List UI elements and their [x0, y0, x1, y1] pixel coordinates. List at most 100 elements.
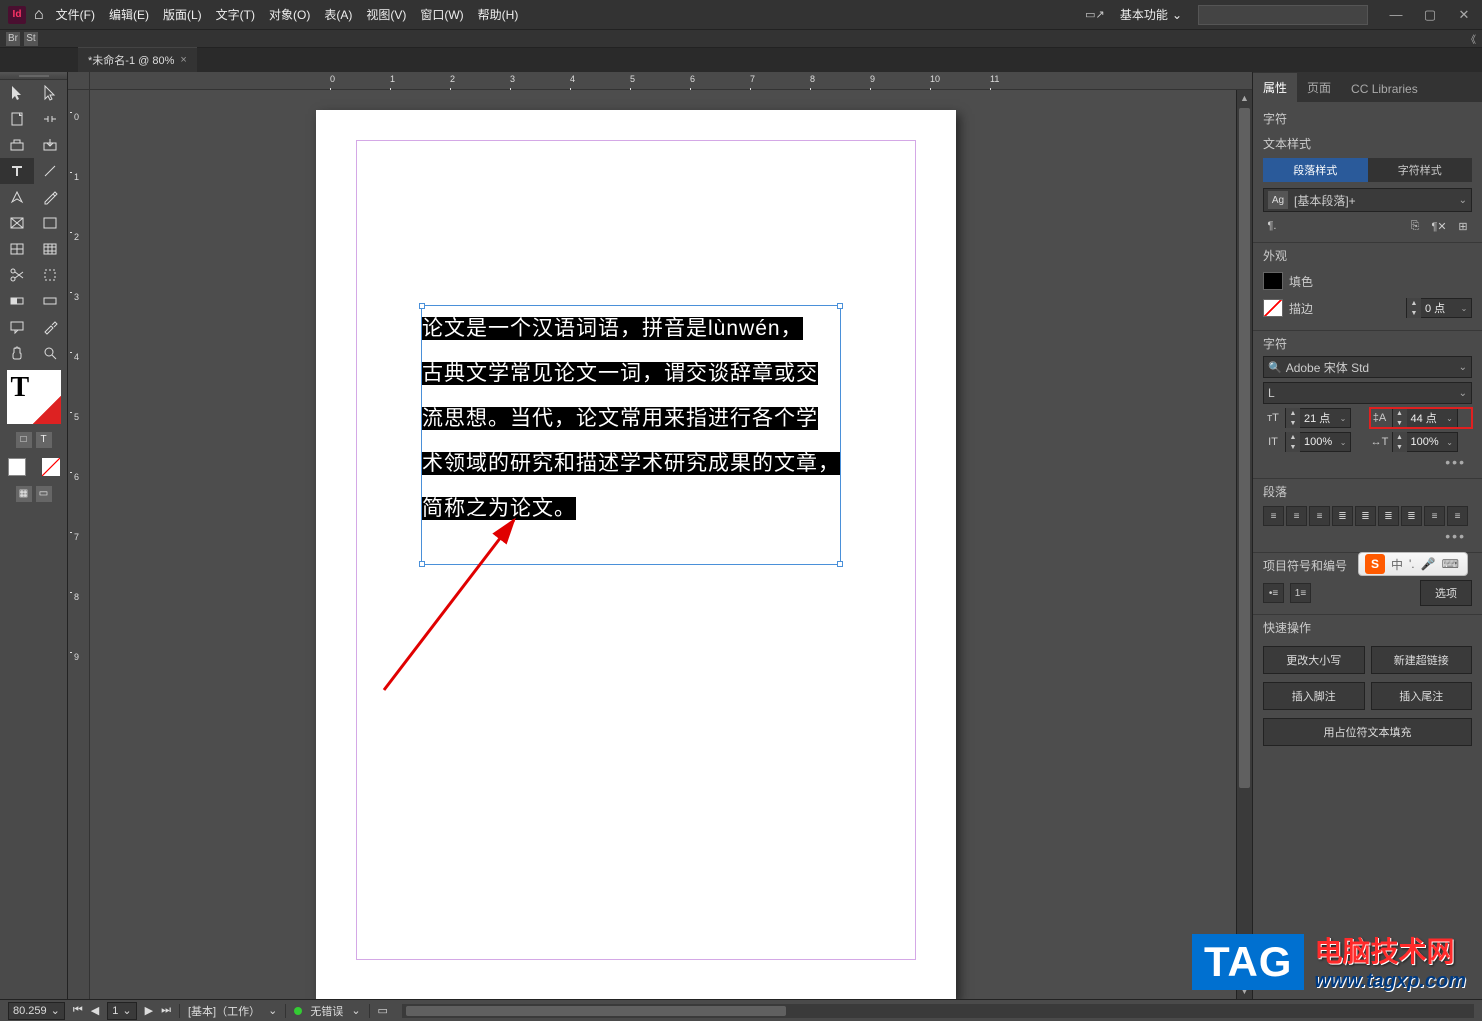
content-placer-tool[interactable] [34, 132, 68, 158]
tools-handle[interactable] [0, 72, 67, 80]
clear-overrides-icon[interactable]: ¶✕ [1430, 218, 1448, 234]
frame-handle[interactable] [419, 561, 425, 567]
gradient-swatch-tool[interactable] [0, 288, 34, 314]
window-close-button[interactable]: ✕ [1454, 7, 1474, 23]
tab-pages[interactable]: 页面 [1297, 73, 1341, 102]
free-transform-tool[interactable] [34, 262, 68, 288]
font-style-select[interactable]: L ⌄ [1263, 382, 1472, 404]
menu-file[interactable]: 文件(F) [56, 6, 95, 23]
bridge-icon[interactable]: Br [6, 32, 20, 46]
chevron-down-icon[interactable]: ⌄ [268, 1004, 277, 1017]
eyedropper-tool[interactable] [34, 314, 68, 340]
vscale-input[interactable]: ▲▼ 100% ⌄ [1285, 432, 1351, 452]
view-mode-preview-icon[interactable]: ▭ [36, 486, 52, 502]
paragraph-style-tab[interactable]: 段落样式 [1263, 158, 1368, 182]
menu-view[interactable]: 视图(V) [366, 6, 406, 23]
formatting-text-icon[interactable]: T [36, 432, 52, 448]
swap-fill-stroke-icon[interactable] [42, 458, 60, 476]
type-proxy[interactable]: T [7, 370, 61, 424]
gradient-feather-tool[interactable] [34, 288, 68, 314]
chevron-down-icon[interactable]: ⌄ [1443, 414, 1457, 423]
note-tool[interactable] [0, 314, 34, 340]
selected-text[interactable]: 论文是一个汉语词语，拼音是lùnwén， 古典文学常见论文一词，谓交谈辞章或交 … [422, 306, 840, 531]
menu-table[interactable]: 表(A) [324, 6, 352, 23]
chevron-down-icon[interactable]: ⌄ [1336, 438, 1350, 447]
tab-properties[interactable]: 属性 [1253, 73, 1297, 102]
next-page-button[interactable]: ▶ [145, 1004, 153, 1017]
insert-endnote-button[interactable]: 插入尾注 [1371, 682, 1473, 710]
font-size-input[interactable]: ▲▼ 21 点 ⌄ [1285, 408, 1351, 428]
frame-handle[interactable] [419, 303, 425, 309]
list-options-button[interactable]: 选项 [1420, 580, 1472, 606]
stepper-up-icon[interactable]: ▲ [1393, 432, 1407, 442]
prev-spread-button[interactable]: ⏮ [73, 1004, 83, 1017]
gap-tool[interactable] [34, 106, 68, 132]
more-options-icon[interactable]: ••• [1263, 526, 1472, 544]
menu-type[interactable]: 文字(T) [216, 6, 255, 23]
table-tool-2[interactable] [34, 236, 68, 262]
stepper-down-icon[interactable]: ▼ [1286, 442, 1300, 452]
menu-layout[interactable]: 版面(L) [163, 6, 202, 23]
stepper-down-icon[interactable]: ▼ [1393, 442, 1407, 452]
justify-center-button[interactable]: ≣ [1355, 506, 1376, 526]
next-spread-button[interactable]: ⏭ [161, 1004, 171, 1017]
document-tab-close[interactable]: × [180, 54, 186, 66]
preflight-label[interactable]: 无错误 [310, 1003, 343, 1019]
rectangle-tool[interactable] [34, 210, 68, 236]
scroll-thumb[interactable] [406, 1006, 786, 1016]
frame-handle[interactable] [837, 561, 843, 567]
ime-indicator[interactable]: S 中 '. 🎤 ⌨ [1358, 552, 1468, 576]
ruler-horizontal[interactable]: 0 1 2 3 4 5 6 7 8 9 10 11 [90, 72, 1252, 90]
workspace-switcher[interactable]: 基本功能 ⌄ [1112, 3, 1190, 26]
align-towards-spine-button[interactable]: ≡ [1424, 506, 1445, 526]
horizontal-scrollbar[interactable] [402, 1004, 1474, 1018]
chevron-down-icon[interactable]: ⌄ [351, 1004, 360, 1017]
menu-object[interactable]: 对象(O) [269, 6, 310, 23]
stepper-up-icon[interactable]: ▲ [1393, 408, 1407, 418]
view-mode-normal-icon[interactable]: ▦ [16, 486, 32, 502]
stepper-down-icon[interactable]: ▼ [1407, 308, 1421, 318]
document-tab[interactable]: *未命名-1 @ 80% × [78, 47, 197, 72]
change-case-button[interactable]: 更改大小写 [1263, 646, 1365, 674]
fill-placeholder-button[interactable]: 用占位符文本填充 [1263, 718, 1472, 746]
tab-cclibraries[interactable]: CC Libraries [1341, 76, 1428, 102]
selection-tool[interactable] [0, 80, 34, 106]
chevron-down-icon[interactable]: ⌄ [1443, 438, 1457, 447]
stepper-up-icon[interactable]: ▲ [1407, 298, 1421, 308]
content-collector-tool[interactable] [0, 132, 34, 158]
align-away-spine-button[interactable]: ≡ [1447, 506, 1468, 526]
justify-left-button[interactable]: ≣ [1332, 506, 1353, 526]
numbered-list-button[interactable]: 1≡ [1290, 583, 1311, 603]
hand-tool[interactable] [0, 340, 34, 366]
stroke-weight-input[interactable]: ▲▼ 0 点 ⌄ [1406, 298, 1472, 318]
new-hyperlink-button[interactable]: 新建超链接 [1371, 646, 1473, 674]
zoom-field[interactable]: 80.259 ⌄ [8, 1002, 65, 1020]
bulleted-list-button[interactable]: •≡ [1263, 583, 1284, 603]
stroke-swatch[interactable] [1263, 299, 1283, 317]
font-family-select[interactable]: 🔍 Adobe 宋体 Std ⌄ [1263, 356, 1472, 378]
open-panel-button[interactable]: ▭ [378, 1004, 388, 1017]
justify-all-button[interactable]: ≣ [1401, 506, 1422, 526]
page-field[interactable]: 1 ⌄ [107, 1002, 136, 1020]
paragraph-style-select[interactable]: Ag [基本段落]+ ⌄ [1263, 188, 1472, 212]
workspace-state[interactable]: [基本]（工作） [188, 1003, 260, 1019]
frame-handle[interactable] [837, 303, 843, 309]
window-restore-button[interactable]: ▢ [1420, 7, 1440, 23]
leading-input[interactable]: ▲▼ 44 点 ⌄ [1392, 408, 1458, 428]
align-center-button[interactable]: ≡ [1286, 506, 1307, 526]
share-icon[interactable]: ▭↗ [1086, 7, 1104, 23]
scissors-tool[interactable] [0, 262, 34, 288]
default-fill-stroke-icon[interactable] [8, 458, 26, 476]
zoom-tool[interactable] [34, 340, 68, 366]
rectangle-frame-tool[interactable] [0, 210, 34, 236]
menu-edit[interactable]: 编辑(E) [109, 6, 149, 23]
control-chevron-icon[interactable]: 《 [1466, 31, 1476, 46]
ruler-origin[interactable] [68, 72, 90, 90]
new-style-icon[interactable]: ⎘ [1406, 218, 1424, 234]
stepper-down-icon[interactable]: ▼ [1286, 418, 1300, 428]
new-style-plus-icon[interactable]: ⊞ [1454, 218, 1472, 234]
stepper-up-icon[interactable]: ▲ [1286, 432, 1300, 442]
pen-tool[interactable] [0, 184, 34, 210]
formatting-container-icon[interactable]: □ [16, 432, 32, 448]
insert-footnote-button[interactable]: 插入脚注 [1263, 682, 1365, 710]
